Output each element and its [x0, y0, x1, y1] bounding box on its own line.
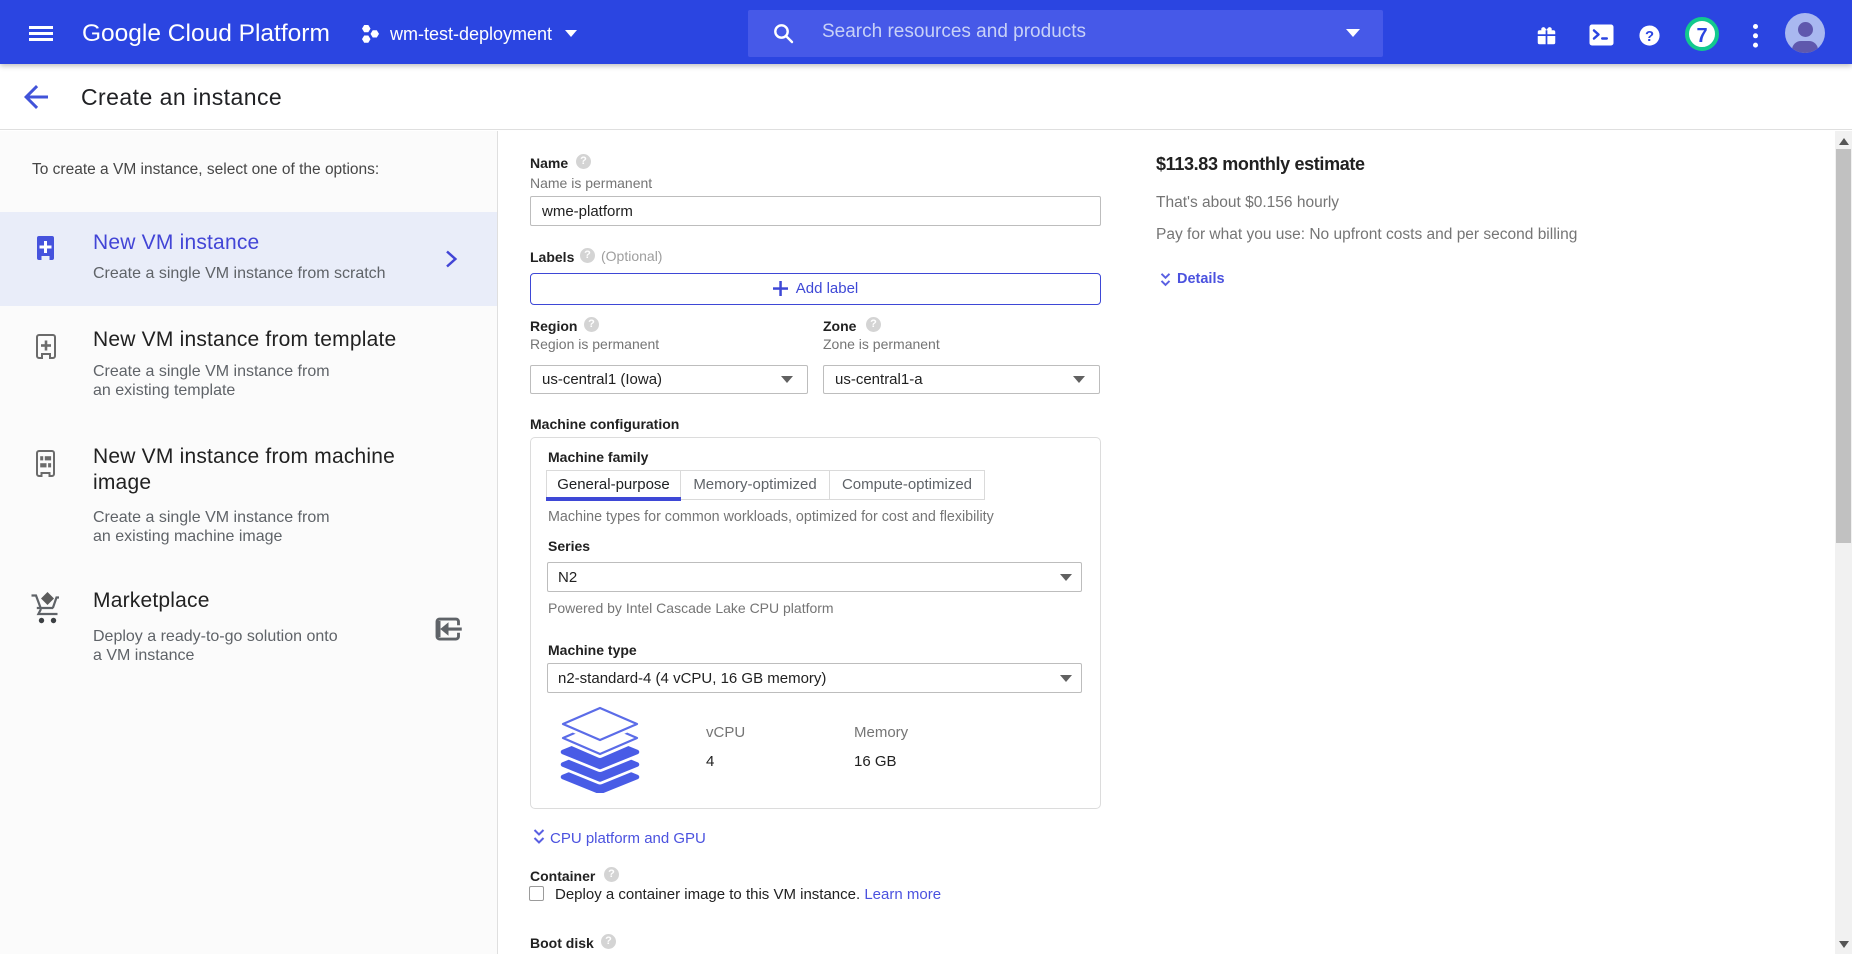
svg-text:?: ? — [1645, 29, 1654, 45]
